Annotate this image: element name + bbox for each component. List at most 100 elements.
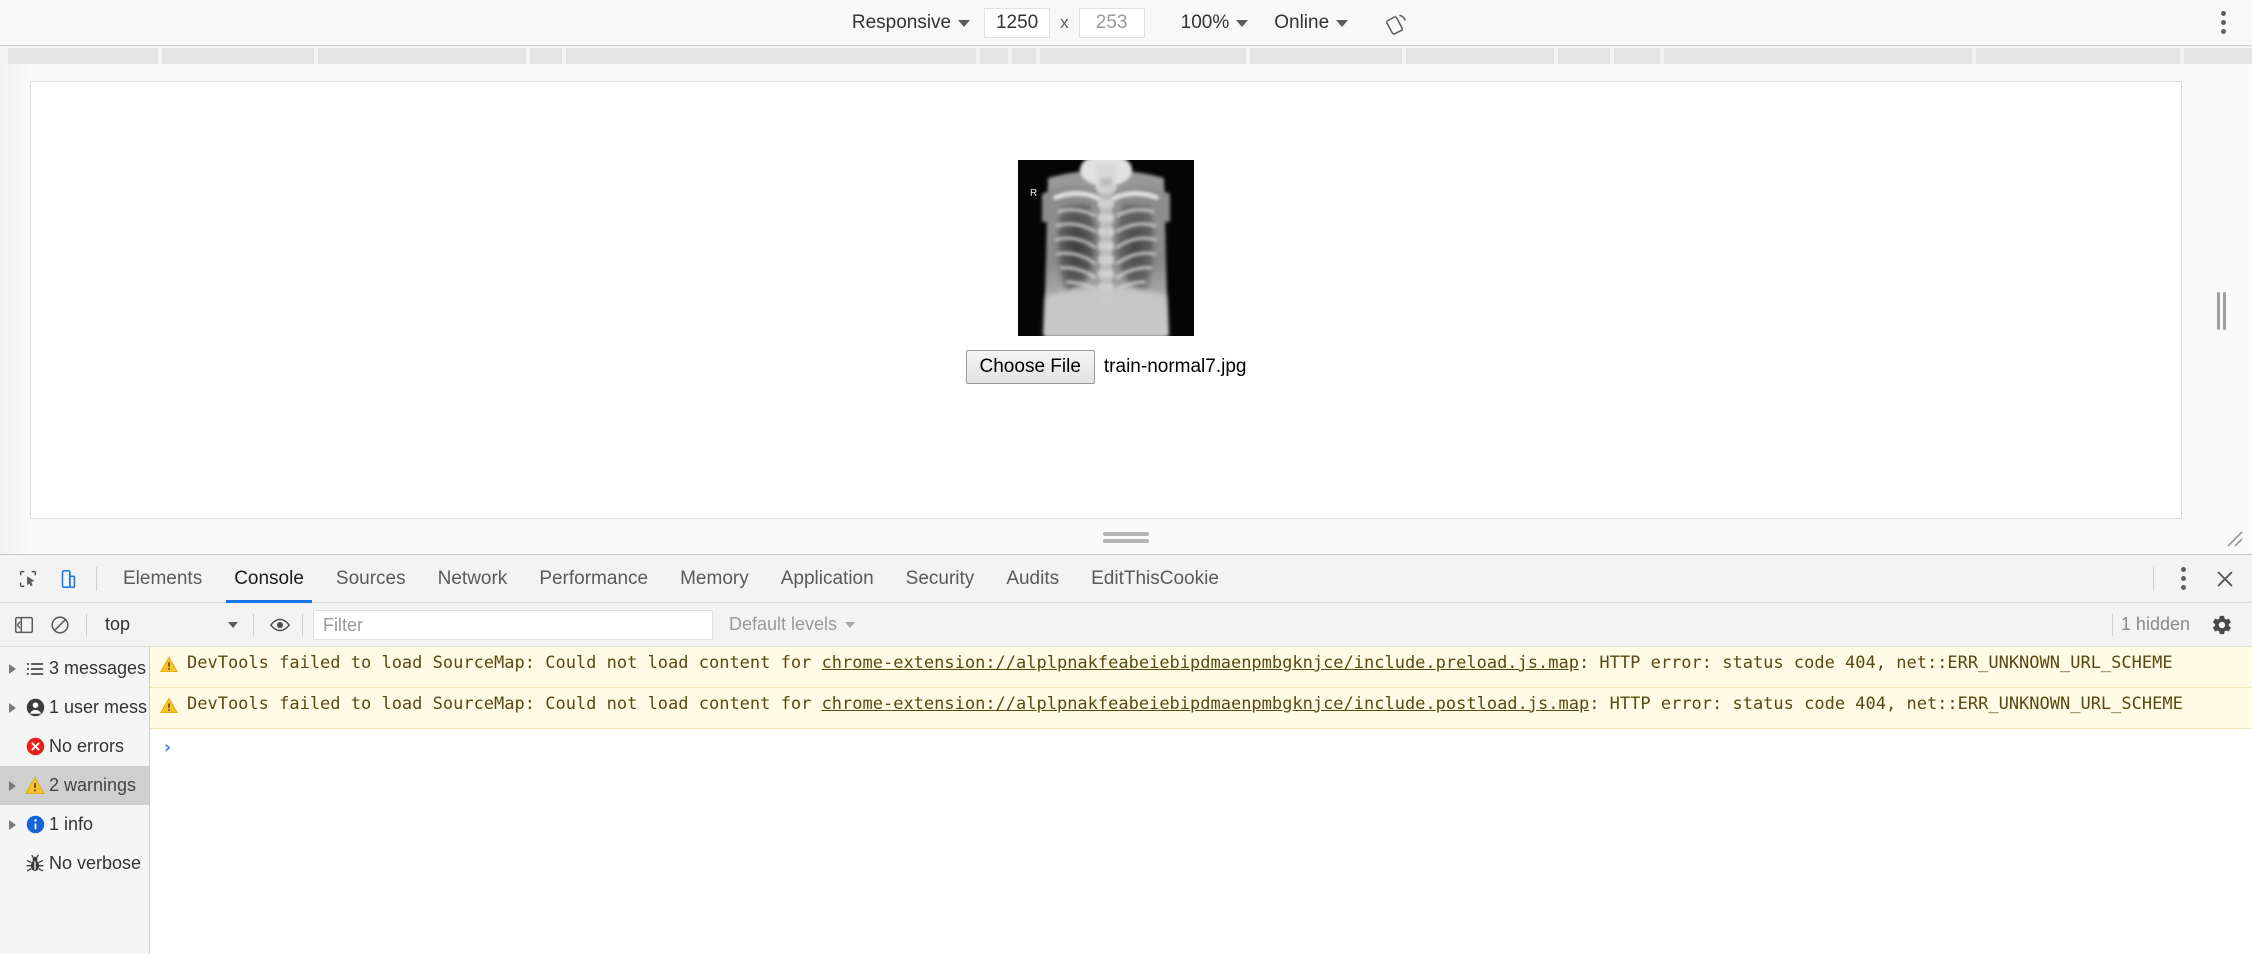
choose-file-button[interactable]: Choose File — [965, 350, 1095, 384]
console-log-levels-select[interactable]: Default levels — [729, 614, 856, 635]
expand-triangle-icon[interactable] — [3, 663, 21, 674]
tab-editthiscookie[interactable]: EditThisCookie — [1075, 555, 1235, 603]
console-sidebar-toggle-icon[interactable] — [8, 609, 40, 641]
kebab-dot — [2220, 29, 2226, 34]
console-sidebar-item-0[interactable]: 3 messages — [0, 649, 149, 688]
ruler-segment — [1976, 48, 2180, 64]
tab-audits[interactable]: Audits — [990, 555, 1075, 603]
network-throttle-select[interactable]: Online — [1264, 9, 1358, 37]
zoom-label: 100% — [1180, 11, 1230, 33]
console-message-text: DevTools failed to load SourceMap: Could… — [187, 653, 2173, 673]
devtools-more-menu-icon[interactable] — [2168, 564, 2198, 594]
tab-network[interactable]: Network — [422, 555, 524, 603]
ruler-segment — [530, 48, 562, 64]
warning-icon — [159, 653, 187, 681]
console-sidebar-item-label: No errors — [49, 736, 125, 756]
viewport-width-resize-handle[interactable] — [2217, 292, 2226, 330]
warning-icon — [159, 694, 187, 722]
ruler-segment — [2184, 48, 2252, 64]
toolbar-divider — [96, 566, 97, 591]
console-sidebar-item-3[interactable]: 2 warnings — [0, 766, 149, 805]
console-filter-toolbar: top Filter Default levels 1 hidden — [0, 603, 2252, 647]
page-preview-area: R Choose File train-normal7.jpg — [0, 64, 2252, 554]
console-sidebar-item-2[interactable]: No errors — [0, 727, 149, 766]
ruler-segment — [586, 48, 976, 64]
ruler-segment — [1664, 48, 1972, 64]
toolbar-divider — [2153, 566, 2154, 591]
console-message-list: DevTools failed to load SourceMap: Could… — [150, 647, 2252, 954]
chevron-down-icon — [958, 20, 971, 27]
viewport-height-resize-handle[interactable] — [1103, 532, 1149, 544]
bug-icon — [21, 854, 49, 874]
devtools-tabbar: Elements Console Sources Network Performance… — [0, 555, 2252, 603]
close-devtools-icon[interactable] — [2208, 562, 2242, 596]
tab-security[interactable]: Security — [890, 555, 991, 603]
error-icon — [21, 736, 49, 757]
console-filter-input[interactable]: Filter — [313, 609, 713, 640]
ruler-segment — [8, 48, 158, 64]
console-toolbar-right: 1 hidden — [2104, 603, 2240, 646]
console-log-levels-label: Default levels — [729, 614, 838, 634]
tab-elements[interactable]: Elements — [107, 555, 218, 603]
viewport-ruler — [0, 46, 2252, 64]
browser-menu-icon[interactable] — [2210, 10, 2236, 36]
rotate-device-icon[interactable] — [1384, 10, 1410, 36]
emulated-viewport: R Choose File train-normal7.jpg — [30, 81, 2182, 519]
chevron-down-icon — [1236, 20, 1249, 27]
ruler-segment — [1406, 48, 1554, 64]
viewport-corner-resize-handle[interactable] — [2222, 526, 2244, 548]
zoom-select[interactable]: 100% — [1171, 9, 1259, 37]
console-sidebar-item-label: 2 warnings — [49, 775, 137, 795]
console-sidebar-item-label: 1 info — [49, 814, 94, 834]
tab-memory[interactable]: Memory — [664, 555, 765, 603]
live-expression-icon[interactable] — [264, 609, 296, 641]
file-input-row: Choose File train-normal7.jpg — [965, 350, 1246, 384]
ruler-segment — [1614, 48, 1660, 64]
network-throttle-label: Online — [1274, 11, 1330, 33]
device-toolbar-icon[interactable] — [51, 562, 85, 596]
tab-performance[interactable]: Performance — [523, 555, 664, 603]
device-preset-label: Responsive — [851, 11, 952, 33]
ruler-segment — [162, 48, 314, 64]
tab-application[interactable]: Application — [765, 555, 890, 603]
hidden-messages-count[interactable]: 1 hidden — [2121, 614, 2190, 635]
kebab-dot — [2180, 567, 2186, 572]
console-context-label: top — [105, 614, 131, 634]
toolbar-divider — [86, 613, 87, 636]
console-message-link[interactable]: chrome-extension://alplpnakfeabeiebipdma… — [822, 694, 1590, 714]
toolbar-divider — [2111, 613, 2113, 636]
viewport-width-input[interactable]: 1250 — [984, 7, 1051, 38]
console-sidebar-item-label: No verbose — [49, 853, 142, 873]
inspect-element-icon[interactable] — [11, 562, 45, 596]
expand-triangle-icon[interactable] — [3, 819, 21, 830]
tab-sources[interactable]: Sources — [320, 555, 422, 603]
expand-triangle-icon[interactable] — [3, 780, 21, 791]
toolbar-divider — [302, 613, 303, 636]
console-sidebar: 3 messages 1 user mess… No errors 2 warning… — [0, 647, 150, 954]
ruler-segment — [1250, 48, 1402, 64]
console-sidebar-item-label: 1 user mess… — [49, 697, 149, 717]
tab-console[interactable]: Console — [218, 555, 320, 603]
console-sidebar-item-5[interactable]: No verbose — [0, 844, 149, 883]
devtools-tabbar-actions — [2153, 555, 2242, 602]
ruler-segment — [1558, 48, 1610, 64]
console-message-link[interactable]: chrome-extension://alplpnakfeabeiebipdma… — [822, 653, 1579, 673]
console-prompt-row[interactable]: › — [150, 729, 2252, 766]
console-sidebar-item-label: 3 messages — [49, 658, 147, 678]
page-body: R Choose File train-normal7.jpg — [31, 82, 2181, 518]
kebab-dot — [2180, 585, 2186, 590]
device-emulation-toolbar: Responsive 1250 x 253 100% Online — [0, 0, 2252, 46]
expand-triangle-icon[interactable] — [3, 702, 21, 713]
kebab-dot — [2220, 11, 2226, 16]
clear-console-icon[interactable] — [44, 609, 76, 641]
console-context-select[interactable]: top — [95, 610, 245, 640]
resize-bar — [1103, 532, 1149, 536]
dimension-separator: x — [1060, 12, 1069, 32]
device-preset-select[interactable]: Responsive — [842, 9, 980, 37]
console-sidebar-item-1[interactable]: 1 user mess… — [0, 688, 149, 727]
list-icon — [21, 659, 49, 679]
resize-bar — [2217, 292, 2220, 330]
gear-icon[interactable] — [2206, 609, 2238, 641]
console-sidebar-item-4[interactable]: 1 info — [0, 805, 149, 844]
viewport-height-input[interactable]: 253 — [1078, 7, 1145, 38]
